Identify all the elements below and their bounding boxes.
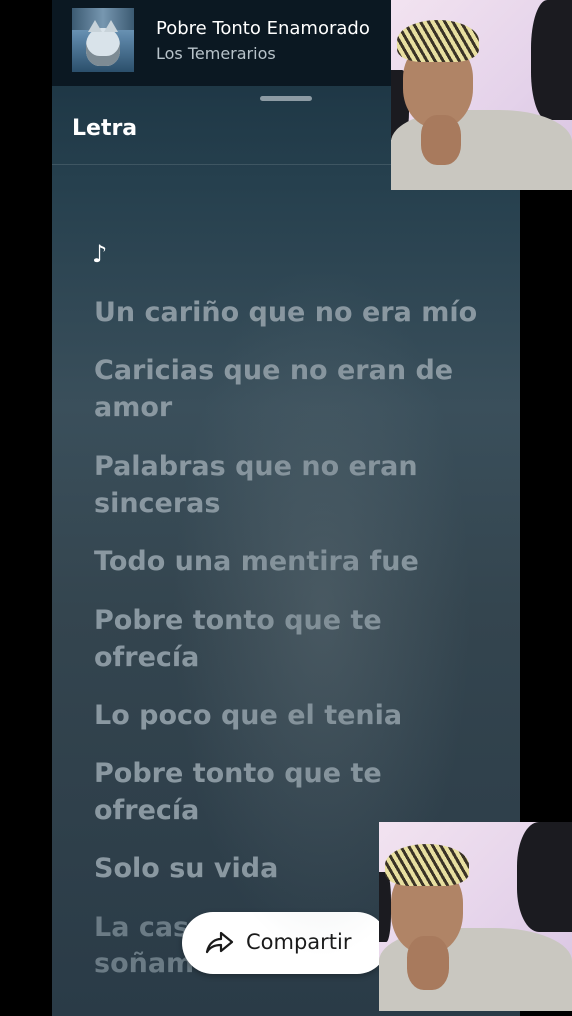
lyric-line: Pobre tonto que te ofrecía: [94, 758, 382, 826]
lyric-line: Lo poco que el tenia: [94, 700, 403, 731]
webcam-overlay-bottom: [379, 822, 572, 1011]
lyric-line: Palabras que no eran sinceras: [94, 451, 418, 519]
song-title: Pobre Tonto Enamorado: [156, 18, 370, 39]
share-button[interactable]: Compartir: [182, 912, 388, 974]
lyric-line: Pobre tonto que te ofrecía: [94, 605, 382, 673]
lyric-line: Caricias que no eran de amor: [94, 355, 454, 423]
album-art: [72, 8, 134, 72]
share-label: Compartir: [246, 930, 352, 954]
share-arrow-icon: [205, 931, 234, 954]
song-artist: Los Temerarios: [156, 44, 276, 63]
drag-handle[interactable]: [260, 96, 312, 101]
lyric-line: Un cariño que no era mío: [94, 297, 478, 328]
lyric-line: Todo una mentira fue: [94, 546, 419, 577]
music-note-icon: ♪: [92, 240, 108, 268]
webcam-overlay-top: [391, 0, 572, 190]
lyrics-heading: Letra: [72, 116, 138, 141]
wolf-artwork: [86, 20, 120, 66]
